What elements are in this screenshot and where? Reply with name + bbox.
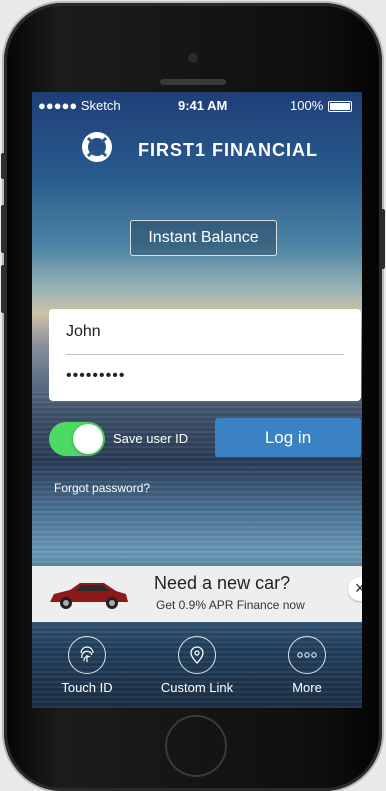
car-image [50, 583, 128, 609]
battery-icon [328, 101, 352, 112]
app-screen: ●●●●● Sketch 9:41 AM 100% FIRST1 FINANCI… [32, 92, 362, 708]
nav-label-touch-id: Touch ID [61, 680, 113, 695]
password-field[interactable]: ••••••••• [66, 367, 125, 385]
nav-item-custom-link[interactable]: Custom Link [142, 628, 252, 708]
earpiece-speaker [160, 79, 226, 85]
phone-frame: ●●●●● Sketch 9:41 AM 100% FIRST1 FINANCI… [1, 3, 385, 791]
nav-item-more[interactable]: More [252, 628, 362, 708]
home-button[interactable] [165, 715, 227, 777]
carrier-signal: ●●●●● Sketch [38, 98, 121, 113]
close-icon[interactable]: × [348, 577, 362, 601]
username-field[interactable]: John [66, 323, 101, 341]
ad-title: Need a new car? [154, 573, 291, 593]
login-form: John ••••••••• [49, 309, 361, 401]
brand-name: FIRST1 FINANCIAL [138, 140, 318, 160]
status-time: 9:41 AM [178, 98, 228, 113]
forgot-password-link[interactable]: Forgot password? [54, 481, 150, 495]
bottom-nav: Touch ID Custom Link More [32, 628, 362, 708]
lifebuoy-logo-icon [82, 132, 112, 162]
more-dots-icon [288, 636, 326, 674]
instant-balance-button[interactable]: Instant Balance [130, 220, 277, 256]
nav-label-custom-link: Custom Link [160, 680, 234, 695]
field-divider [66, 354, 344, 355]
save-user-id-toggle[interactable] [49, 422, 105, 456]
location-pin-icon [178, 636, 216, 674]
volume-up-button [1, 205, 5, 253]
fingerprint-icon [68, 636, 106, 674]
ad-subtitle: Get 0.9% APR Finance now [156, 598, 305, 612]
status-bar: ●●●●● Sketch 9:41 AM 100% [32, 92, 362, 116]
mute-switch [1, 153, 5, 179]
nav-label-more: More [292, 680, 322, 695]
login-button[interactable]: Log in [215, 418, 361, 457]
save-user-id-label: Save user ID [113, 431, 189, 446]
power-button [381, 209, 385, 269]
toggle-knob [73, 424, 103, 454]
battery-percent: 100% [290, 98, 324, 113]
nav-item-touch-id[interactable]: Touch ID [32, 628, 142, 708]
volume-down-button [1, 265, 5, 313]
front-camera [188, 53, 198, 63]
car-loan-ad-banner[interactable]: Need a new car? Get 0.9% APR Finance now… [32, 566, 362, 622]
